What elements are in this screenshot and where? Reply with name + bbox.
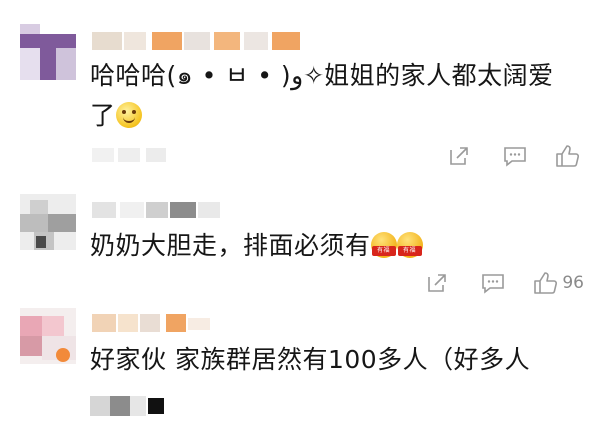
comment-item-3: 好家伙 家族群居然有100多人（好多人 xyxy=(0,302,600,436)
comment-actions: 96 xyxy=(396,268,584,298)
timestamp-blurred xyxy=(92,146,182,164)
username-blurred[interactable] xyxy=(92,198,352,220)
share-button[interactable] xyxy=(422,268,452,298)
share-icon xyxy=(450,147,468,165)
like-count: 96 xyxy=(562,273,584,293)
comment-text-line2: 了 xyxy=(90,101,116,130)
like-icon xyxy=(556,145,580,167)
comment-button[interactable] xyxy=(478,268,508,298)
comment-text-line2-blurred xyxy=(90,394,170,418)
comment-icon xyxy=(482,274,505,294)
username-blurred[interactable] xyxy=(92,312,352,334)
like-button[interactable]: 96 xyxy=(532,270,584,296)
comment-item-2: 奶奶大胆走，排面必须有 96 xyxy=(0,180,600,302)
comment-text: 哈哈哈(๑ • ㅂ • )و✧姐姐的家人都太阔爱 了 xyxy=(90,56,584,136)
share-icon xyxy=(428,274,447,292)
fu-emoji-icon xyxy=(396,232,423,258)
like-button[interactable] xyxy=(554,143,584,169)
smile-emoji-icon xyxy=(115,102,142,128)
comment-icon xyxy=(504,147,526,167)
avatar[interactable] xyxy=(20,194,76,250)
like-icon xyxy=(534,272,558,294)
username-blurred[interactable] xyxy=(92,30,352,52)
comment-actions xyxy=(418,141,584,171)
comment-text-line1: 好家伙 家族群居然有100多人（好多人 xyxy=(90,345,531,374)
comment-text-line1: 哈哈哈(๑ • ㅂ • )و✧姐姐的家人都太阔爱 xyxy=(90,61,554,90)
comment-text: 好家伙 家族群居然有100多人（好多人 xyxy=(90,340,584,380)
share-button[interactable] xyxy=(444,141,474,171)
avatar[interactable] xyxy=(20,24,76,80)
comment-text: 奶奶大胆走，排面必须有 xyxy=(90,226,584,266)
avatar[interactable] xyxy=(20,308,76,364)
comment-text-line1: 奶奶大胆走，排面必须有 xyxy=(90,231,371,260)
comment-item-1: 哈哈哈(๑ • ㅂ • )و✧姐姐的家人都太阔爱 了 xyxy=(0,0,600,180)
comment-button[interactable] xyxy=(500,141,530,171)
fu-emoji-icon xyxy=(370,232,397,258)
